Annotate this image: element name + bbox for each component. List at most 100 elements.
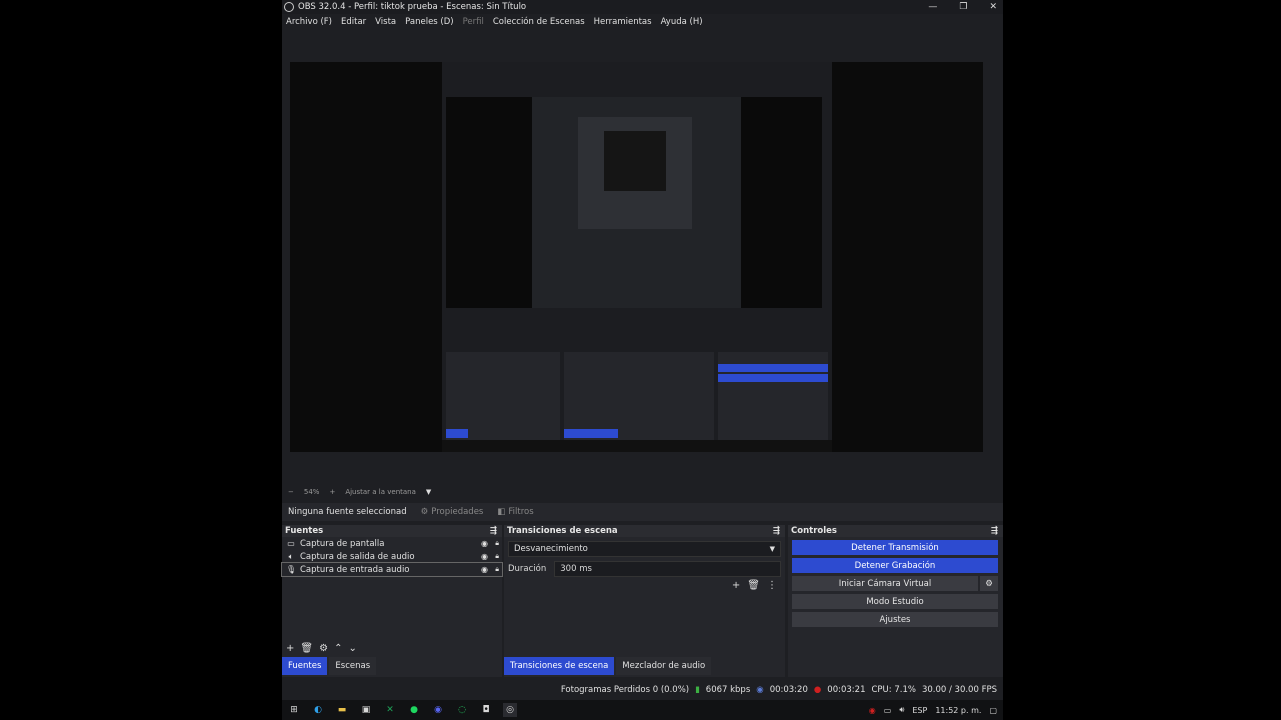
menu-docks[interactable]: Paneles (D) (405, 17, 453, 27)
lock-icon[interactable]: 🔒︎ (495, 539, 499, 548)
lock-icon[interactable]: 🔒︎ (495, 565, 499, 574)
add-icon[interactable]: + (286, 643, 294, 654)
system-tray: ◉ ▭ 🔊︎ ESP 11:52 p. m. ▢ (869, 700, 997, 720)
speaker-icon: 🔈︎ (288, 551, 294, 561)
source-toolbar: Ninguna fuente seleccionad ⚙ Propiedades … (282, 503, 1003, 521)
no-source-selected-label: Ninguna fuente seleccionad (288, 507, 407, 517)
obs-logo-icon (284, 2, 294, 12)
dock-menu-icon[interactable]: ⇶ (773, 526, 780, 536)
network-icon[interactable]: ▭ (884, 706, 892, 715)
eye-icon[interactable]: ◉ (481, 552, 488, 561)
whatsapp-icon[interactable]: ◌ (455, 703, 469, 717)
middle-dock-tabs: Transiciones de escena Mezclador de audi… (504, 657, 713, 677)
stop-stream-button[interactable]: Detener Transmisión (792, 540, 998, 555)
add-icon[interactable]: + (732, 580, 740, 591)
studio-mode-button[interactable]: Modo Estudio (792, 594, 998, 609)
duration-label: Duración (508, 564, 547, 574)
transitions-dock: Transiciones de escena ⇶ Desvanecimiento… (504, 525, 785, 677)
bitrate: 6067 kbps (705, 685, 751, 695)
tab-scenes[interactable]: Escenas (329, 657, 377, 675)
zoom-value: 54% (303, 488, 320, 496)
chevron-down-icon[interactable]: ⌄ (348, 643, 356, 654)
source-item-audio-output[interactable]: 🔈︎ Captura de salida de audio ◉ 🔒︎ (282, 550, 502, 563)
windows-start-icon[interactable]: ⊞ (287, 703, 301, 717)
menu-view[interactable]: Vista (375, 17, 396, 27)
volume-icon[interactable]: 🔊︎ (899, 705, 904, 715)
menu-scene-collection[interactable]: Colección de Escenas (493, 17, 585, 27)
discord-icon[interactable]: ◉ (431, 703, 445, 717)
trash-icon[interactable]: 🗑︎ (300, 643, 313, 654)
lock-icon[interactable]: 🔒︎ (495, 552, 499, 561)
dock-menu-icon[interactable]: ⇶ (490, 526, 497, 536)
obs-taskbar-icon[interactable]: ◎ (503, 703, 517, 717)
menu-file[interactable]: Archivo (F) (286, 17, 332, 27)
spotify-icon[interactable]: ● (407, 703, 421, 717)
preview-canvas[interactable] (290, 62, 983, 452)
start-virtual-camera-button[interactable]: Iniciar Cámara Virtual (792, 576, 978, 591)
zoom-in-button[interactable]: + (329, 488, 335, 496)
obs-window: OBS 32.0.4 - Perfil: tiktok prueba - Esc… (281, 0, 1003, 720)
more-icon[interactable]: ⋮ (767, 580, 777, 591)
left-dock-tabs: Fuentes Escenas (282, 657, 378, 677)
menu-profile[interactable]: Perfil (463, 17, 484, 27)
language-indicator[interactable]: ESP (912, 706, 927, 715)
controls-header: Controles (791, 526, 837, 536)
tab-sources[interactable]: Fuentes (282, 657, 328, 675)
maximize-button[interactable]: ❐ (959, 2, 967, 12)
transitions-header: Transiciones de escena (507, 526, 618, 536)
fps: 30.00 / 30.00 FPS (921, 685, 997, 695)
tab-scene-transitions[interactable]: Transiciones de escena (504, 657, 615, 675)
filters-button[interactable]: ◧ Filtros (497, 507, 533, 517)
monitor-icon: ▭ (287, 539, 295, 548)
controls-dock: Controles ⇶ Detener Transmisión Detener … (788, 525, 1003, 677)
obs-tray-icon[interactable]: ◉ (869, 706, 876, 715)
trash-icon[interactable]: 🗑︎ (747, 580, 760, 591)
menu-tools[interactable]: Herramientas (594, 17, 652, 27)
folder-icon[interactable]: ▬ (335, 703, 349, 717)
sources-dock: Fuentes ⇶ ▭ Captura de pantalla ◉ 🔒︎ 🔈︎ … (281, 525, 503, 677)
source-item-screen[interactable]: ▭ Captura de pantalla ◉ 🔒︎ (282, 537, 502, 550)
notification-icon[interactable]: ▢ (989, 706, 997, 715)
zoom-bar: − 54% + Ajustar a la ventana ▼ (288, 486, 431, 498)
minimize-button[interactable]: — (928, 2, 937, 12)
stream-icon: ◉ (756, 685, 764, 695)
dock-menu-icon[interactable]: ⇶ (991, 526, 998, 536)
gear-icon[interactable]: ⚙ (319, 643, 328, 654)
zoom-fit-select[interactable]: Ajustar a la ventana (345, 488, 416, 496)
status-bar: Fotogramas Perdidos 0 (0.0%) ▮ 6067 kbps… (282, 681, 1003, 699)
stream-time: 00:03:20 (769, 685, 808, 695)
record-icon: ● (813, 685, 822, 695)
menu-edit[interactable]: Editar (341, 17, 366, 27)
tab-audio-mixer[interactable]: Mezclador de audio (616, 657, 712, 675)
menu-help[interactable]: Ayuda (H) (661, 17, 703, 27)
cpu-usage: CPU: 7.1% (871, 685, 916, 695)
settings-button[interactable]: Ajustes (792, 612, 998, 627)
menu-bar: Archivo (F) Editar Vista Paneles (D) Per… (282, 15, 703, 29)
sources-toolbar: + 🗑︎ ⚙ ⌃ ⌄ (286, 643, 357, 654)
edge-icon[interactable]: ◐ (311, 703, 325, 717)
chevron-up-icon[interactable]: ⌃ (334, 643, 342, 654)
chevron-down-icon[interactable]: ▼ (426, 488, 431, 496)
recursive-capture-image (442, 62, 832, 452)
window-title: OBS 32.0.4 - Perfil: tiktok prueba - Esc… (298, 2, 527, 12)
signal-icon: ▮ (695, 685, 700, 695)
close-button[interactable]: ✕ (989, 2, 997, 12)
gear-icon: ⚙ (420, 507, 429, 517)
duration-spinbox[interactable]: 300 ms (554, 561, 781, 577)
source-item-audio-input[interactable]: 🎙︎ Captura de entrada audio ◉ 🔒︎ (281, 562, 503, 577)
capcut-icon[interactable]: ◘ (479, 703, 493, 717)
gear-icon[interactable]: ⚙ (980, 576, 998, 591)
zoom-out-button[interactable]: − (288, 488, 294, 496)
eye-icon[interactable]: ◉ (481, 539, 488, 548)
dropped-frames: Fotogramas Perdidos 0 (0.0%) (560, 685, 690, 695)
microphone-icon: 🎙︎ (286, 565, 297, 574)
clock[interactable]: 11:52 p. m. (935, 706, 981, 715)
properties-button[interactable]: ⚙ Propiedades (421, 507, 484, 517)
stop-record-button[interactable]: Detener Grabación (792, 558, 998, 573)
sources-header: Fuentes (285, 526, 324, 536)
eye-icon[interactable]: ◉ (481, 565, 488, 574)
chevron-down-icon: ▼ (769, 545, 775, 553)
transition-select[interactable]: Desvanecimiento ▼ (508, 541, 781, 557)
store-icon[interactable]: ▣ (359, 703, 373, 717)
excel-icon[interactable]: ✕ (383, 703, 397, 717)
